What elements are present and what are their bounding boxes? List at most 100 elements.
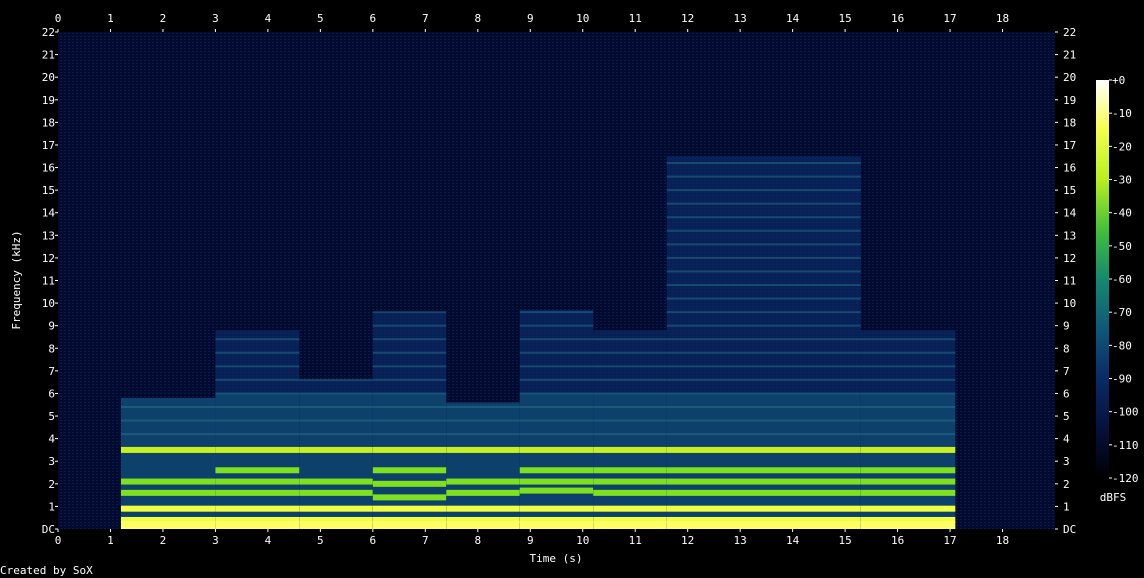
segment-1-striation [215,433,300,436]
segment-1-striation [215,365,300,368]
segment-4-striation [446,433,520,436]
y-tick-label-right: 19 [1063,94,1076,107]
y-tick-label-left: 2 [48,478,55,491]
colorbar-tick-label: -30 [1112,174,1132,187]
y-tick-label-left: 20 [42,71,55,84]
y-tick-label-right: 1 [1063,500,1070,513]
y-tick-label-left: 1 [48,500,55,513]
x-tick-label-top: 16 [891,12,904,25]
y-tick-label-right: 8 [1063,342,1070,355]
segment-6-striation [593,392,667,395]
x-tick-label-top: 6 [370,12,377,25]
y-tick-label-left: 7 [48,365,55,378]
segment-5-striation [519,419,594,422]
segment-3-striation [372,378,447,381]
segment-0-striation [120,433,216,436]
y-tick-label-left: 6 [48,387,55,400]
y-tick-label-left: 5 [48,410,55,423]
y-tick-label-left: 16 [42,162,55,175]
segment-4-striation [446,419,520,422]
segment-3-harmonic [372,505,447,512]
segment-7-harmonic [666,446,861,453]
segment-5-harmonic [519,478,594,485]
colorbar-label: dBFS [1100,491,1127,504]
y-tick-label-left: 21 [42,49,55,62]
x-tick-label-bottom: 7 [422,534,429,547]
segment-3-striation [372,392,447,395]
segment-8-striation [860,378,956,381]
x-tick-label-top: 7 [422,12,429,25]
segment-3-striation [372,433,447,436]
colorbar-tick-label: -110 [1112,439,1139,452]
y-tick-label-right: 17 [1063,139,1076,152]
segment-7-striation [666,162,861,165]
segment-0-harmonic [120,446,216,453]
segment-1-striation [215,378,300,381]
y-tick-label-left: 17 [42,139,55,152]
y-tick-label-left: 13 [42,229,55,242]
x-tick-label-top: 8 [474,12,481,25]
segment-2-harmonic [299,446,373,453]
segment-7-striation [666,175,861,178]
x-tick-label-bottom: 1 [107,534,114,547]
segment-0-harmonic [120,505,216,512]
segment-8-striation [860,419,956,422]
x-tick-label-top: 15 [838,12,851,25]
segment-8-harmonic [860,467,956,474]
segment-5-harmonic [519,487,594,494]
segment-7-striation [666,229,861,232]
y-tick-label-left: 3 [48,455,55,468]
segment-0-striation [120,406,216,409]
segment-8-striation [860,365,956,368]
colorbar-tick-label: +0 [1112,74,1125,87]
segment-1-striation [215,351,300,354]
segment-2-striation [299,406,373,409]
y-tick-label-left: DC [42,523,55,536]
segment-4-harmonic [446,446,520,453]
segment-6-striation [593,419,667,422]
credit-text: Created by SoX [0,564,93,577]
colorbar-ticks: +0 -10 -20 -30 -40 -50 -60 -70 -80 -90 -100 -110 -12… [1109,74,1139,485]
segment-6-striation [593,351,667,354]
y-tick-label-right: 2 [1063,478,1070,491]
segment-1-harmonic [215,446,300,453]
y-tick-label-right: 18 [1063,116,1076,129]
x-tick-label-top: 14 [786,12,800,25]
segment-7-striation [666,297,861,300]
x-tick-label-top: 5 [317,12,324,25]
y-tick-label-left: 9 [48,320,55,333]
y-tick-label-left: 22 [42,26,55,39]
segment-5-dc [519,521,594,529]
segment-3-harmonic [372,446,447,453]
colorbar-tick-label: -80 [1112,339,1132,352]
y-tick-label-right: 21 [1063,49,1076,62]
y-tick-label-right: 12 [1063,252,1076,265]
x-tick-label-bottom: 10 [576,534,589,547]
segment-6-harmonic [593,467,667,474]
y-tick-label-right: 13 [1063,229,1076,242]
segment-8-dc [860,521,956,529]
segment-1-striation [215,406,300,409]
y-tick-label-right: 5 [1063,410,1070,423]
x-tick-label-bottom: 4 [265,534,272,547]
y-tick-label-right: DC [1063,523,1076,536]
segment-8-harmonic [860,446,956,453]
segment-7-striation [666,338,861,341]
y-tick-label-left: 12 [42,252,55,265]
segment-8-striation [860,433,956,436]
segment-6-striation [593,338,667,341]
segment-6-striation [593,378,667,381]
segment-7-striation [666,311,861,314]
y-tick-label-left: 8 [48,342,55,355]
segment-4-harmonic [446,489,520,496]
segment-5-striation [519,433,594,436]
x-tick-label-top: 0 [55,12,62,25]
segment-4-harmonic [446,478,520,485]
x-tick-label-bottom: 11 [629,534,642,547]
colorbar-tick-label: -40 [1112,207,1132,220]
segment-8-striation [860,338,956,341]
segment-2-harmonic [299,489,373,496]
y-tick-label-right: 15 [1063,184,1076,197]
x-ticks-bottom: 0 1 2 3 4 5 6 7 8 9 10 11 12 13 14 15 16 17 18 [55,529,1009,547]
colorbar-tick-label: -120 [1112,472,1139,485]
